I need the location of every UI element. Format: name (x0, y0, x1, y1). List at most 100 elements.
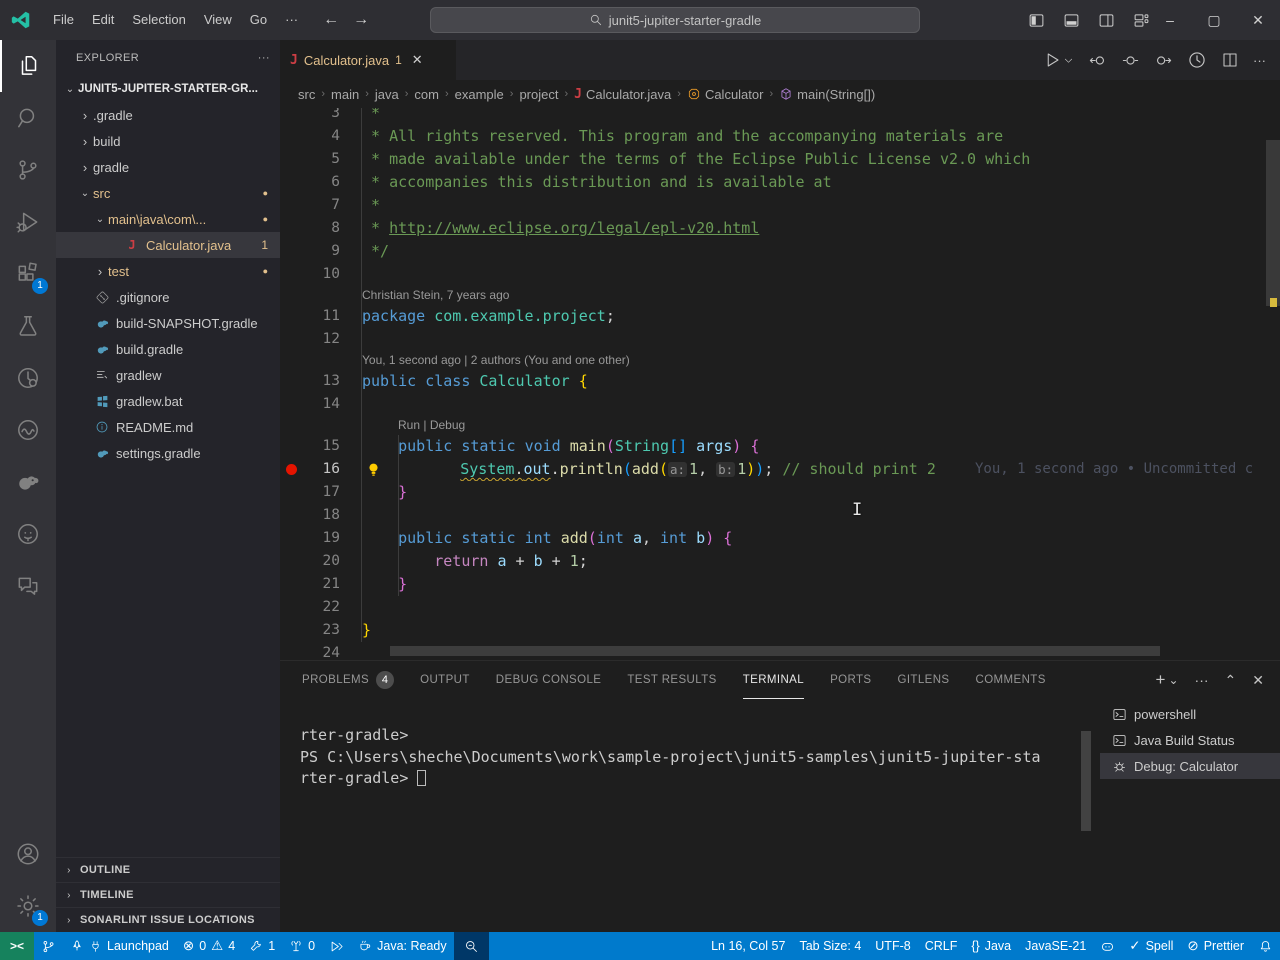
activity-comments-button[interactable] (0, 560, 56, 612)
panel-tab-gitlens[interactable]: GITLENS (897, 661, 949, 699)
status-zoom-item[interactable] (454, 932, 489, 960)
close-window-button[interactable]: ✕ (1236, 12, 1280, 29)
activity-explorer-button[interactable] (0, 40, 56, 92)
run-button[interactable] (1043, 51, 1061, 69)
tree-item-gradlew[interactable]: gradlew (56, 362, 280, 388)
tree-item-src[interactable]: ⌄src● (56, 180, 280, 206)
menu-moremoremore[interactable]: ··· (276, 0, 307, 40)
section-timeline[interactable]: ›TIMELINE (56, 882, 280, 907)
activity-extensions-button[interactable]: 1 (0, 248, 56, 300)
status-eol[interactable]: CRLF (918, 932, 965, 960)
code-editor[interactable]: 3 *4 * All rights reserved. This program… (280, 108, 1280, 660)
status-spell-item[interactable]: ✓Spell (1122, 932, 1180, 960)
panel-tab-comments[interactable]: COMMENTS (976, 661, 1046, 699)
toggle-panel-icon[interactable] (1063, 12, 1080, 29)
nav-back-button[interactable]: ← (323, 11, 339, 29)
status-ports-item[interactable]: 0 (282, 932, 322, 960)
tree-item-build-snapshot-gradle[interactable]: build-SNAPSHOT.gradle (56, 310, 280, 336)
remote-indicator[interactable]: >< (0, 932, 34, 960)
section-sonarlint-issue-locations[interactable]: ›SONARLINT ISSUE LOCATIONS (56, 907, 280, 932)
terminal-dropdown-icon[interactable]: ⌄ (1168, 673, 1178, 687)
tree-item-junit5-jupiter-starter-gr-[interactable]: ⌄JUNIT5-JUPITER-STARTER-GR... (56, 76, 280, 102)
file-history-icon[interactable] (1187, 50, 1207, 70)
breadcrumb-item[interactable]: main(String[]) (797, 87, 875, 102)
activity-search-button[interactable] (0, 92, 56, 144)
panel-tab-terminal[interactable]: TERMINAL (743, 661, 804, 699)
tab-calculator-java[interactable]: J Calculator.java 1 ✕ (280, 40, 456, 80)
next-change-icon[interactable] (1154, 51, 1173, 70)
menu-file[interactable]: File (44, 0, 83, 40)
menu-go[interactable]: Go (241, 0, 276, 40)
activity-run-debug-button[interactable] (0, 196, 56, 248)
menu-view[interactable]: View (195, 0, 241, 40)
editor-vertical-scrollbar[interactable] (1266, 140, 1280, 306)
terminal-instance-powershell[interactable]: powershell (1100, 701, 1280, 727)
breadcrumb-item[interactable]: project (519, 87, 558, 102)
panel-more-actions-icon[interactable]: ··· (1195, 672, 1209, 688)
menu-edit[interactable]: Edit (83, 0, 123, 40)
status-notifications-item[interactable] (1251, 932, 1280, 960)
codelens-text[interactable]: You, 1 second ago | 2 authors (You and o… (362, 353, 630, 367)
tree-item-gradle[interactable]: ›gradle (56, 154, 280, 180)
status-problems-item[interactable]: ⊗0 ⚠4 (176, 932, 242, 960)
status-cursor-position[interactable]: Ln 16, Col 57 (704, 932, 792, 960)
status-java-debug-item[interactable] (322, 932, 351, 960)
settings-button[interactable]: 1 (0, 880, 56, 932)
activity-sonarlint-button[interactable] (0, 404, 56, 456)
terminal[interactable]: rter-gradle>PS C:\Users\sheche\Documents… (280, 699, 1280, 932)
run-dropdown-icon[interactable] (1063, 55, 1074, 66)
activity-testing-button[interactable] (0, 300, 56, 352)
menu-selection[interactable]: Selection (123, 0, 194, 40)
close-panel-icon[interactable]: ✕ (1252, 672, 1264, 689)
tree-item-test[interactable]: ›test● (56, 258, 280, 284)
status-language-mode[interactable]: {}Java (964, 932, 1018, 960)
toggle-sidebar-icon[interactable] (1028, 12, 1045, 29)
codelens-debug-link[interactable]: Debug (430, 418, 465, 432)
status-launchpad-item[interactable]: Launchpad (63, 932, 176, 960)
breakpoint-icon[interactable] (286, 464, 297, 475)
activity-source-control-button[interactable] (0, 144, 56, 196)
tree-item-build-gradle[interactable]: build.gradle (56, 336, 280, 362)
panel-tab-debug-console[interactable]: DEBUG CONSOLE (496, 661, 602, 699)
breadcrumb-item[interactable]: Calculator.java (586, 87, 671, 102)
terminal-instance-java-build-status[interactable]: Java Build Status (1100, 727, 1280, 753)
panel-tab-ports[interactable]: PORTS (830, 661, 871, 699)
status-java-ready-item[interactable]: Java: Ready (351, 932, 453, 960)
tree-item-readme-md[interactable]: README.md (56, 414, 280, 440)
codelens-text[interactable]: Christian Stein, 7 years ago (362, 288, 509, 302)
tree-item-build[interactable]: ›build (56, 128, 280, 154)
minimize-button[interactable]: – (1148, 12, 1192, 28)
terminal-instance-debug-calculator[interactable]: Debug: Calculator (1100, 753, 1280, 779)
command-center-search[interactable]: junit5-jupiter-starter-gradle (430, 7, 920, 33)
status-branch-item[interactable] (34, 932, 63, 960)
maximize-button[interactable]: ▢ (1192, 12, 1236, 29)
current-change-icon[interactable] (1121, 51, 1140, 70)
explorer-more-actions[interactable]: ··· (258, 52, 270, 64)
tree-item-settings-gradle[interactable]: settings.gradle (56, 440, 280, 466)
tree-item-gradlew-bat[interactable]: gradlew.bat (56, 388, 280, 414)
breadcrumb-item[interactable]: java (375, 87, 399, 102)
panel-tab-test-results[interactable]: TEST RESULTS (627, 661, 716, 699)
breadcrumb-item[interactable]: Calculator (705, 87, 764, 102)
status-tasks-item[interactable]: 1 (242, 932, 282, 960)
status-encoding[interactable]: UTF-8 (868, 932, 917, 960)
status-copilot-item[interactable] (1093, 932, 1122, 960)
section-outline[interactable]: ›OUTLINE (56, 857, 280, 882)
status-jdk-item[interactable]: JavaSE-21 (1018, 932, 1093, 960)
breadcrumb-item[interactable]: com (414, 87, 439, 102)
panel-tab-output[interactable]: OUTPUT (420, 661, 470, 699)
toggle-secondary-sidebar-icon[interactable] (1098, 12, 1115, 29)
breadcrumb-item[interactable]: main (331, 87, 359, 102)
panel-tab-problems[interactable]: PROBLEMS4 (302, 661, 394, 699)
activity-github-button[interactable] (0, 508, 56, 560)
maximize-panel-icon[interactable]: ⌃ (1225, 672, 1237, 689)
editor-horizontal-scrollbar[interactable] (390, 646, 1160, 656)
breadcrumb-item[interactable]: example (455, 87, 504, 102)
status-tab-size[interactable]: Tab Size: 4 (792, 932, 868, 960)
lightbulb-icon[interactable] (366, 461, 381, 478)
tab-close-icon[interactable]: ✕ (412, 52, 423, 68)
activity-gitlens-button[interactable] (0, 352, 56, 404)
editor-more-actions-icon[interactable]: ··· (1253, 53, 1266, 68)
codelens-run-link[interactable]: Run (398, 418, 420, 432)
terminal-scrollbar[interactable] (1081, 731, 1091, 831)
